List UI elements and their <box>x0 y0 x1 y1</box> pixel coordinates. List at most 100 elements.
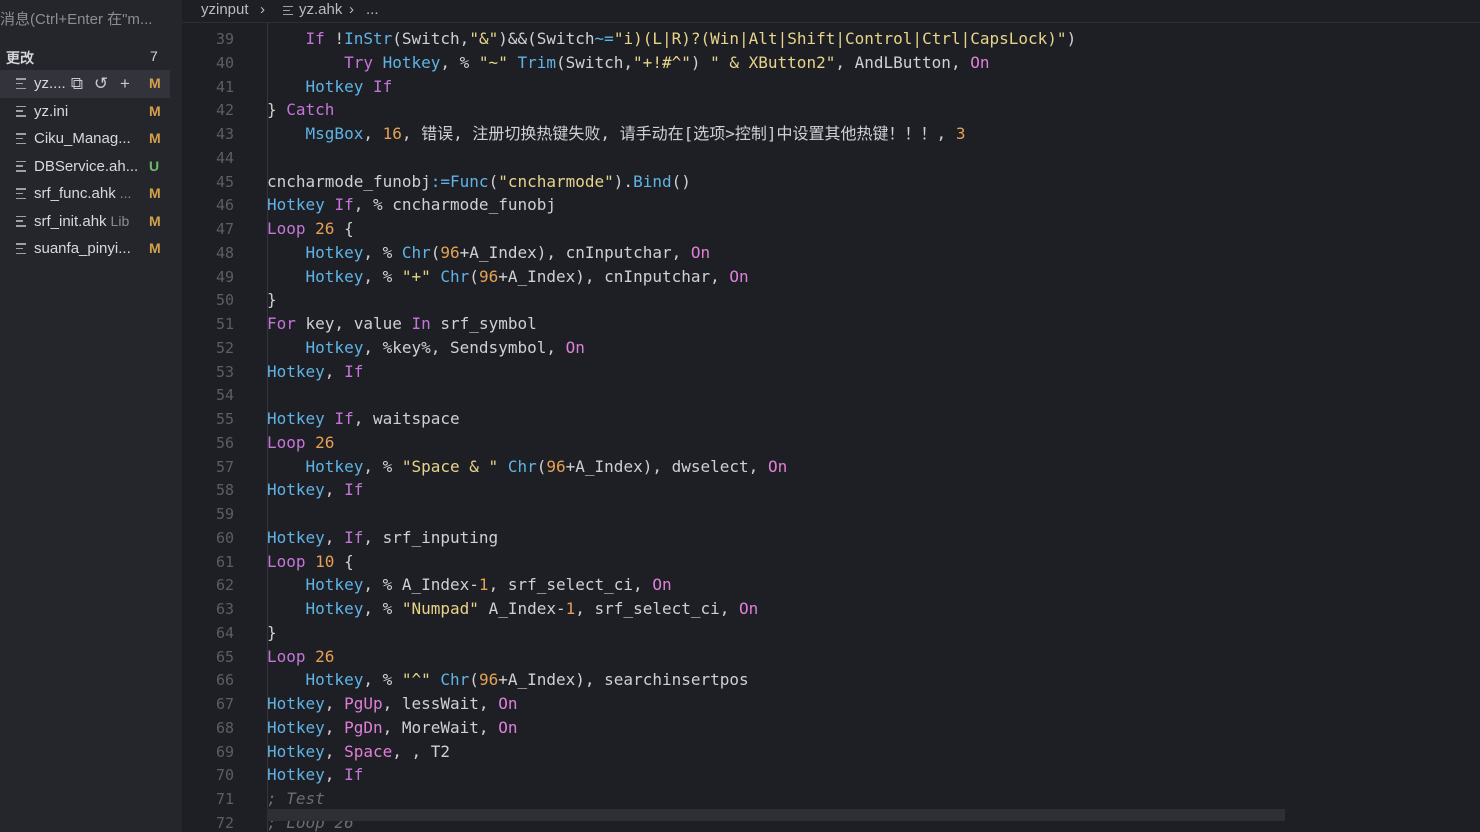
code-line[interactable]: 43 MsgBox, 16, 错误, 注册切换热键失败, 请手动在[选项>控制]… <box>182 122 1480 146</box>
changed-file-row[interactable]: srf_init.ahk Lib M <box>0 208 170 236</box>
code-token: ~= <box>594 29 614 48</box>
chevron-right-icon: › <box>349 1 354 18</box>
line-number: 66 <box>215 671 234 690</box>
file-icon <box>16 160 26 172</box>
code-line[interactable]: 58 Hotkey, If <box>182 478 1480 502</box>
commit-message-input[interactable]: 消息(Ctrl+Enter 在"m... <box>0 9 178 31</box>
code-token: On <box>729 266 749 286</box>
code-token: , % <box>363 670 402 690</box>
code-line[interactable]: 50} <box>182 288 1480 312</box>
code-line[interactable]: 60 Hotkey, If, srf_inputing <box>182 526 1480 550</box>
code-token: If <box>344 527 364 547</box>
code-line[interactable]: 64} <box>182 621 1480 645</box>
changed-file-name: Ciku_Manag... <box>34 130 131 147</box>
code-token: If <box>344 765 364 785</box>
code-token: } <box>267 100 287 120</box>
stage-changes-icon[interactable]: + <box>116 70 134 97</box>
changed-file-row[interactable]: yz.ini M <box>0 98 170 126</box>
code-text: Hotkey If, waitspace <box>267 407 460 431</box>
code-token: ) <box>690 52 711 72</box>
changed-files-list: yz.... ⧉ ↺ + Myz.ini M Ciku_Manag... M DBService… <box>0 70 182 263</box>
code-token: Hotkey <box>267 717 325 737</box>
code-line[interactable]: 57 Hotkey, % "Space & " Chr(96+A_Index),… <box>182 455 1480 479</box>
breadcrumb-folder[interactable]: yzinput <box>201 0 249 20</box>
code-token: , waitspace <box>353 409 460 428</box>
code-line[interactable]: 51 For key, value In srf_symbol <box>182 312 1480 336</box>
code-line[interactable]: 63 Hotkey, % "Numpad" A_Index-1, srf_sel… <box>182 597 1480 621</box>
code-token: () <box>671 171 691 191</box>
code-text: } <box>267 621 277 645</box>
line-number: 68 <box>215 718 234 737</box>
changed-file-name: yz.ini <box>34 102 69 120</box>
line-number: 46 <box>215 196 234 215</box>
code-text: Hotkey, % Chr(96+A_Index), cnInputchar, … <box>267 241 711 265</box>
code-line[interactable]: 71 ; Test <box>182 787 1480 811</box>
code-text: } Catch <box>267 98 334 122</box>
changed-file-row[interactable]: yz.... ⧉ ↺ + M <box>0 70 170 98</box>
code-line[interactable]: 40 Try Hotkey, % "~" Trim(Switch,"+!#^")… <box>182 51 1480 75</box>
changes-section-header[interactable]: 更改 7 <box>0 44 182 68</box>
code-line[interactable]: 41 Hotkey If <box>182 75 1480 99</box>
git-status-badge: M <box>149 102 161 119</box>
code-line[interactable]: 42} Catch <box>182 98 1480 122</box>
code-line[interactable]: 55 Hotkey If, waitspace <box>182 407 1480 431</box>
code-token: On <box>739 599 759 618</box>
code-line[interactable]: 52 Hotkey, %key%, Sendsymbol, On <box>182 336 1480 360</box>
code-line[interactable]: 47 Loop 26 { <box>182 217 1480 241</box>
code-token: If <box>334 195 354 215</box>
code-line[interactable]: 49 Hotkey, % "+" Chr(96+A_Index), cnInpu… <box>182 265 1480 289</box>
code-line[interactable]: 69 Hotkey, Space, , T2 <box>182 740 1480 764</box>
breadcrumb-file-label: yz.ahk <box>299 1 343 18</box>
code-line[interactable]: 62 Hotkey, % A_Index-1, srf_select_ci, O… <box>182 573 1480 597</box>
code-line[interactable]: 70 Hotkey, If <box>182 763 1480 787</box>
code-line[interactable]: 59 <box>182 502 1480 526</box>
code-line[interactable]: 44 <box>182 146 1480 170</box>
code-token: Hotkey <box>305 242 364 262</box>
line-number: 55 <box>215 410 234 428</box>
code-editor[interactable]: 39 If !InStr(Switch,"&")&&(Switch~="i)(L… <box>182 22 1480 832</box>
code-line[interactable]: 56 Loop 26 <box>182 431 1480 455</box>
code-line[interactable]: 48 Hotkey, % Chr(96+A_Index), cnInputcha… <box>182 241 1480 265</box>
code-line[interactable]: 53 Hotkey, If <box>182 360 1480 384</box>
code-token: , srf_select_ci, <box>575 599 740 618</box>
code-token: On <box>652 575 672 595</box>
changed-file-row[interactable]: suanfa_pinyi... M <box>0 235 170 263</box>
code-token: For <box>267 314 306 333</box>
code-line[interactable]: 65 Loop 26 <box>182 645 1480 669</box>
code-text: Hotkey, %key%, Sendsymbol, On <box>267 336 585 360</box>
code-token: MsgBox <box>305 124 364 143</box>
code-token: , <box>363 124 383 143</box>
row-actions: ⧉ ↺ + <box>68 70 134 97</box>
horizontal-scrollbar[interactable] <box>267 809 1285 821</box>
open-file-icon[interactable]: ⧉ <box>68 70 86 97</box>
code-line[interactable]: 68 Hotkey, PgDn, MoreWait, On <box>182 716 1480 740</box>
breadcrumb-more[interactable]: ... <box>366 0 379 20</box>
breadcrumb-file[interactable]: yz.ahk <box>283 0 342 20</box>
code-line[interactable]: 54 <box>182 383 1480 407</box>
line-number: 65 <box>215 647 234 666</box>
code-text: Hotkey If, % cncharmode_funobj <box>267 193 556 217</box>
code-token: 1 <box>478 575 489 595</box>
code-text: Hotkey, % "Numpad" A_Index-1, srf_select… <box>267 597 759 621</box>
git-status-badge: M <box>149 185 161 201</box>
code-line[interactable]: 66 Hotkey, % "^" Chr(96+A_Index), search… <box>182 668 1480 692</box>
code-line[interactable]: 61 Loop 10 { <box>182 550 1480 574</box>
changed-file-row[interactable]: DBService.ah... U <box>0 153 170 181</box>
code-token: "^" <box>401 670 441 690</box>
code-token: PgUp <box>344 694 383 713</box>
line-number: 51 <box>215 315 234 333</box>
line-number: 54 <box>215 386 234 405</box>
code-line[interactable]: 46 Hotkey If, % cncharmode_funobj <box>182 193 1480 217</box>
changed-file-row[interactable]: srf_func.ahk... M <box>0 180 170 208</box>
line-number: 71 <box>215 790 234 808</box>
code-line[interactable]: 39 If !InStr(Switch,"&")&&(Switch~="i)(L… <box>182 27 1480 51</box>
changed-file-row[interactable]: Ciku_Manag... M <box>0 125 170 153</box>
line-number: 62 <box>215 576 234 595</box>
discard-changes-icon[interactable]: ↺ <box>92 70 110 97</box>
code-token: 3 <box>955 124 966 143</box>
code-line[interactable]: 67 Hotkey, PgUp, lessWait, On <box>182 692 1480 716</box>
code-line[interactable]: 45 cncharmode_funobj:=Func("cncharmode").… <box>182 170 1480 194</box>
code-token: Hotkey <box>267 361 325 381</box>
